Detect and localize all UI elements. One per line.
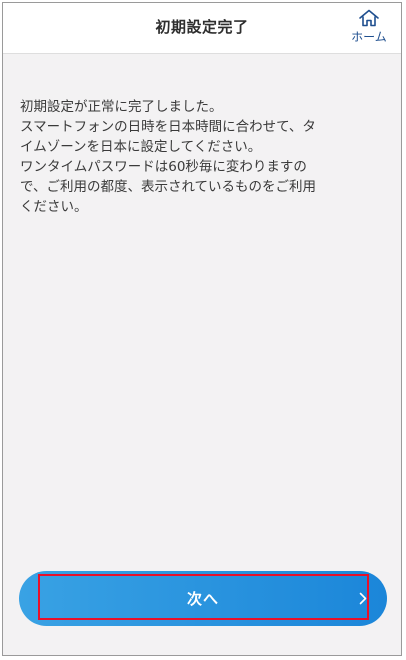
message-line: ください。 (20, 199, 88, 215)
message-line: イムゾーンを日本に設定してください。 (20, 139, 262, 155)
home-icon (359, 9, 379, 27)
next-button[interactable]: 次へ (19, 571, 387, 626)
message-line: で、ご利用の都度、表示されているものをご利用 (20, 179, 317, 195)
app-frame: 初期設定完了 ホーム 初期設定が正常に完了しました。 スマートフォンの日時を日本… (2, 2, 402, 656)
next-button-label: 次へ (186, 590, 219, 608)
message-line: ワンタイムパスワードは60秒毎に変わりますの (20, 159, 307, 175)
page-title: 初期設定完了 (155, 18, 249, 36)
completion-message: 初期設定が正常に完了しました。 スマートフォンの日時を日本時間に合わせて、タ イ… (20, 97, 390, 217)
header-bar: 初期設定完了 ホーム (3, 3, 401, 54)
message-line: スマートフォンの日時を日本時間に合わせて、タ (20, 119, 316, 135)
home-button[interactable]: ホーム (347, 9, 391, 49)
home-label: ホーム (351, 30, 387, 44)
message-line: 初期設定が正常に完了しました。 (20, 99, 223, 115)
chevron-right-icon (359, 592, 367, 605)
